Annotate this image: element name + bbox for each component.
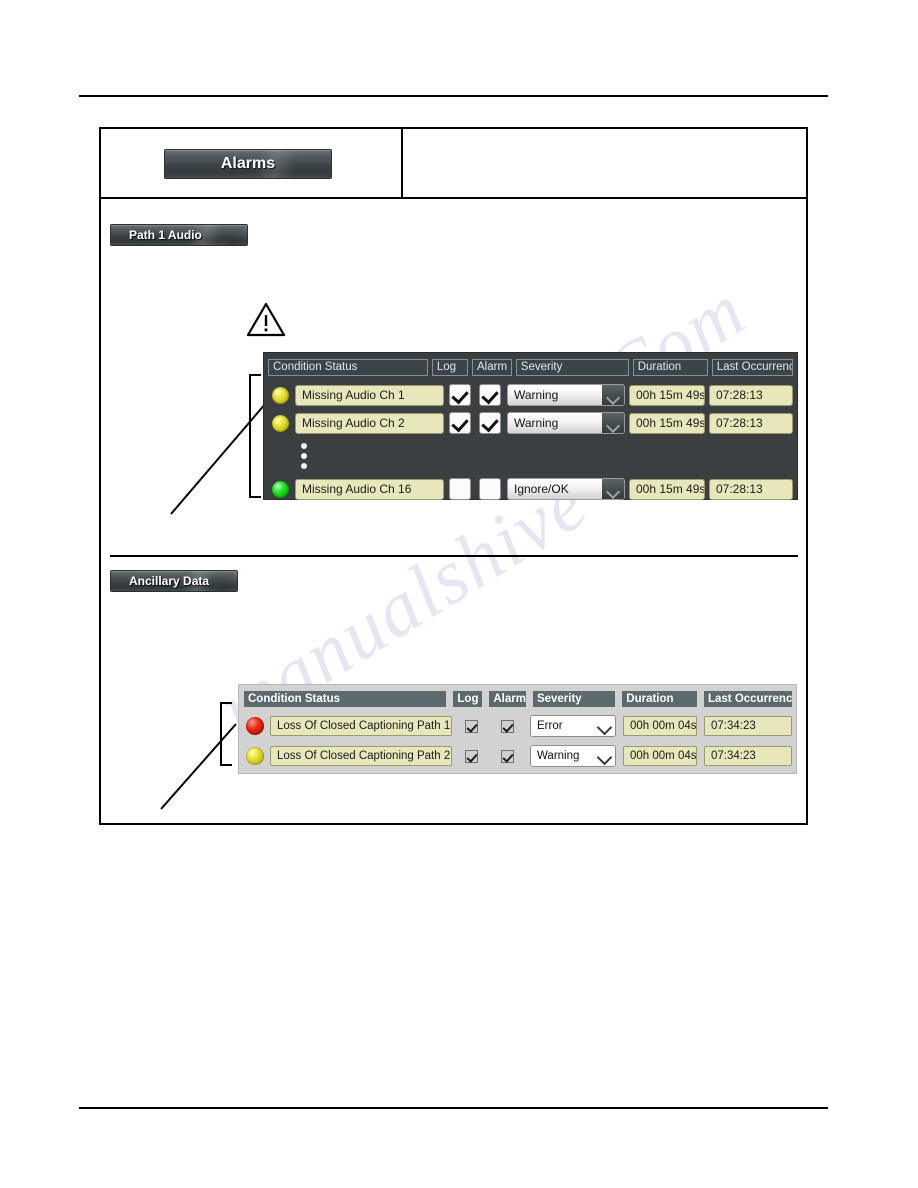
status-led-indicator bbox=[272, 386, 289, 404]
column-header-log: Log bbox=[453, 691, 483, 707]
alarm-table-ancillary-data: Condition Status Log Alarm Severity Dura… bbox=[238, 684, 797, 774]
severity-dropdown[interactable]: Warning bbox=[507, 384, 625, 406]
column-header-duration: Duration bbox=[632, 359, 708, 376]
table-rows-ellipsis bbox=[268, 437, 793, 475]
duration-value: 00h 00m 04s bbox=[623, 746, 697, 766]
log-checkbox[interactable] bbox=[465, 719, 479, 733]
table-row: Loss Of Closed Captioning Path 1 Error 0… bbox=[244, 711, 792, 741]
alarms-title-plate: Alarms bbox=[164, 149, 332, 179]
warning-triangle-icon bbox=[246, 301, 286, 337]
column-header-condition-status: Condition Status bbox=[268, 359, 428, 376]
alarm-checkbox[interactable] bbox=[500, 749, 514, 763]
log-checkbox[interactable] bbox=[449, 384, 472, 406]
severity-value: Error bbox=[531, 716, 595, 736]
condition-name-field[interactable]: Loss Of Closed Captioning Path 2 bbox=[270, 746, 452, 766]
column-header-last-occurrence: Last Occurrence bbox=[711, 359, 793, 376]
column-header-duration: Duration bbox=[622, 691, 697, 707]
alarm-checkbox[interactable] bbox=[478, 384, 501, 406]
severity-dropdown[interactable]: Warning bbox=[507, 412, 625, 434]
condition-name-field[interactable]: Loss Of Closed Captioning Path 1 bbox=[270, 716, 452, 736]
column-header-log: Log bbox=[431, 359, 469, 376]
callout-leader-line-audio bbox=[170, 402, 267, 515]
log-checkbox[interactable] bbox=[449, 478, 472, 500]
duration-value: 00h 15m 49s bbox=[629, 384, 705, 406]
log-checkbox[interactable] bbox=[465, 749, 479, 763]
status-led-indicator bbox=[272, 414, 289, 432]
column-header-last-occurrence: Last Occurrence bbox=[703, 691, 793, 707]
chevron-down-icon bbox=[602, 385, 624, 405]
duration-value: 00h 00m 04s bbox=[623, 716, 697, 736]
status-led-indicator bbox=[246, 747, 264, 765]
table-row: Missing Audio Ch 2 Warning 00h 15m 49s 0… bbox=[268, 409, 793, 437]
table-row: Missing Audio Ch 16 Ignore/OK 00h 15m 49… bbox=[268, 475, 793, 503]
severity-value: Warning bbox=[508, 413, 602, 433]
column-header-alarm: Alarm bbox=[472, 359, 512, 376]
last-occurrence-value: 07:34:23 bbox=[704, 746, 792, 766]
alarm-table-path-1-audio: Condition Status Log Alarm Severity Dura… bbox=[263, 352, 798, 500]
severity-dropdown[interactable]: Error bbox=[530, 715, 616, 737]
last-occurrence-value: 07:28:13 bbox=[709, 478, 793, 500]
condition-name-field[interactable]: Missing Audio Ch 1 bbox=[295, 384, 444, 406]
vertical-ellipsis-icon bbox=[301, 443, 307, 469]
severity-dropdown[interactable]: Warning bbox=[530, 745, 616, 767]
section-divider bbox=[110, 555, 798, 557]
table-row: Loss Of Closed Captioning Path 2 Warning… bbox=[244, 741, 792, 771]
status-led-indicator bbox=[272, 480, 289, 498]
alarm-checkbox[interactable] bbox=[478, 478, 501, 500]
section-plate-path-1-audio[interactable]: Path 1 Audio bbox=[110, 224, 248, 246]
chevron-down-icon bbox=[602, 479, 624, 499]
severity-value: Ignore/OK bbox=[508, 479, 602, 499]
status-led-indicator bbox=[246, 717, 264, 735]
table-row: Missing Audio Ch 1 Warning 00h 15m 49s 0… bbox=[268, 381, 793, 409]
figure-container: Alarms Path 1 Audio Condition Status Log… bbox=[99, 127, 808, 825]
page-header-rule bbox=[79, 95, 828, 97]
last-occurrence-value: 07:34:23 bbox=[704, 716, 792, 736]
table-header-row: Condition Status Log Alarm Severity Dura… bbox=[268, 359, 793, 376]
column-header-condition-status: Condition Status bbox=[244, 691, 447, 707]
severity-dropdown[interactable]: Ignore/OK bbox=[507, 478, 625, 500]
condition-name-field[interactable]: Missing Audio Ch 2 bbox=[295, 412, 444, 434]
chevron-down-icon bbox=[602, 413, 624, 433]
column-header-severity: Severity bbox=[532, 691, 616, 707]
condition-name-field[interactable]: Missing Audio Ch 16 bbox=[295, 478, 444, 500]
chevron-down-icon bbox=[595, 716, 615, 736]
column-header-alarm: Alarm bbox=[489, 691, 526, 707]
page-footer-rule bbox=[79, 1107, 828, 1109]
table-header-row: Condition Status Log Alarm Severity Dura… bbox=[244, 691, 793, 707]
log-checkbox[interactable] bbox=[449, 412, 472, 434]
severity-value: Warning bbox=[508, 385, 602, 405]
chevron-down-icon bbox=[595, 746, 615, 766]
alarm-checkbox[interactable] bbox=[478, 412, 501, 434]
column-header-severity: Severity bbox=[515, 359, 629, 376]
alarm-checkbox[interactable] bbox=[500, 719, 514, 733]
severity-value: Warning bbox=[531, 746, 595, 766]
duration-value: 00h 15m 49s bbox=[629, 412, 705, 434]
section-plate-ancillary-data[interactable]: Ancillary Data bbox=[110, 570, 238, 592]
last-occurrence-value: 07:28:13 bbox=[709, 384, 793, 406]
last-occurrence-value: 07:28:13 bbox=[709, 412, 793, 434]
figure-header-divider bbox=[401, 129, 403, 199]
callout-leader-line-ancillary bbox=[160, 723, 237, 810]
duration-value: 00h 15m 49s bbox=[629, 478, 705, 500]
